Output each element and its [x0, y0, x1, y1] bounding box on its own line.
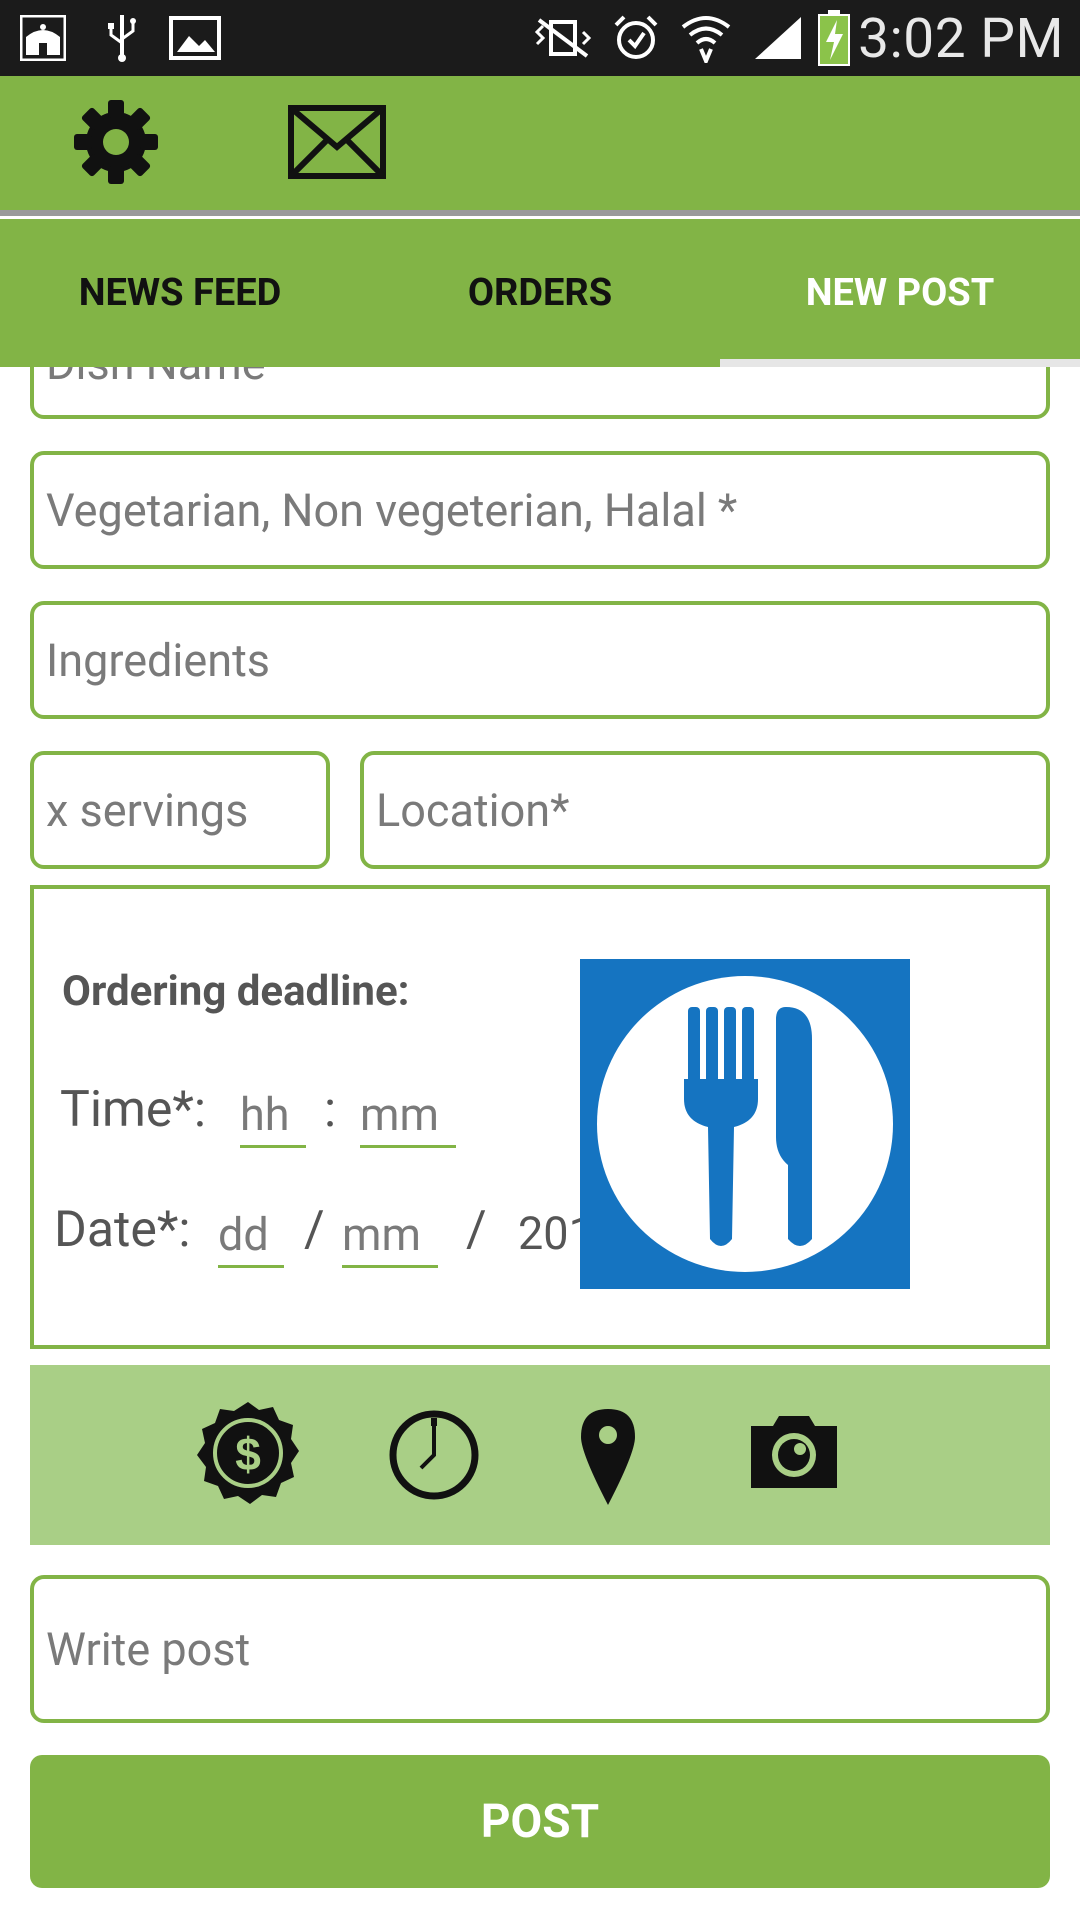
ingredients-field[interactable]: [30, 601, 1050, 719]
hour-input[interactable]: [240, 1083, 306, 1148]
clock-time: 3:02 PM: [858, 7, 1064, 71]
ingredients-input[interactable]: [44, 632, 1046, 688]
time-label: Time*:: [60, 1081, 206, 1139]
deadline-title: Ordering deadline:: [62, 967, 410, 1016]
month-input[interactable]: [342, 1203, 438, 1268]
minute-input[interactable]: [360, 1083, 456, 1148]
date-separator-1: /: [304, 1201, 325, 1259]
battery-charging-icon: [814, 10, 854, 66]
alarm-icon: [610, 10, 662, 66]
new-post-form: Ordering deadline: Time*: : Date*: / / 2…: [0, 367, 1080, 1920]
dish-photo[interactable]: [580, 959, 910, 1289]
fork-knife-icon: [597, 976, 893, 1272]
time-separator: :: [324, 1081, 337, 1139]
post-button[interactable]: POST: [30, 1755, 1050, 1888]
toolbar-divider: [0, 210, 1080, 216]
camera-icon[interactable]: [746, 1409, 842, 1495]
servings-input[interactable]: [44, 782, 326, 838]
location-input[interactable]: [374, 782, 1046, 838]
gear-icon[interactable]: [70, 96, 162, 188]
image-icon: [168, 10, 222, 66]
price-badge-icon[interactable]: $: [194, 1399, 302, 1507]
tab-orders[interactable]: ORDERS: [360, 219, 720, 367]
diet-type-field[interactable]: [30, 451, 1050, 569]
attachment-toolbar: $: [30, 1365, 1050, 1545]
status-bar: 3:02 PM: [0, 0, 1080, 76]
dish-name-input[interactable]: [44, 367, 1046, 391]
write-post-input[interactable]: [44, 1621, 1046, 1677]
clock-icon[interactable]: [386, 1407, 482, 1503]
date-separator-2: /: [466, 1201, 487, 1259]
tab-news-feed[interactable]: NEWS FEED: [0, 219, 360, 367]
ordering-deadline-panel: Ordering deadline: Time*: : Date*: / / 2…: [30, 885, 1050, 1349]
svg-text:$: $: [235, 1428, 261, 1480]
day-input[interactable]: [218, 1203, 284, 1268]
diet-type-input[interactable]: [44, 482, 1046, 538]
tab-new-post[interactable]: NEW POST: [720, 219, 1080, 367]
usb-icon: [102, 10, 142, 66]
location-field[interactable]: [360, 751, 1050, 869]
servings-field[interactable]: [30, 751, 330, 869]
vibrate-icon: [532, 10, 594, 66]
location-pin-icon[interactable]: [578, 1405, 638, 1509]
wifi-icon: [678, 10, 734, 66]
tab-bar: NEWS FEED ORDERS NEW POST: [0, 219, 1080, 367]
app-toolbar: [0, 76, 1080, 216]
date-label: Date*:: [54, 1201, 191, 1259]
dish-name-field[interactable]: [30, 367, 1050, 419]
active-tab-indicator: [720, 359, 1080, 367]
signal-icon: [752, 10, 804, 66]
mail-icon[interactable]: [286, 102, 388, 182]
mosque-app-icon: [20, 10, 66, 66]
write-post-field[interactable]: [30, 1575, 1050, 1723]
